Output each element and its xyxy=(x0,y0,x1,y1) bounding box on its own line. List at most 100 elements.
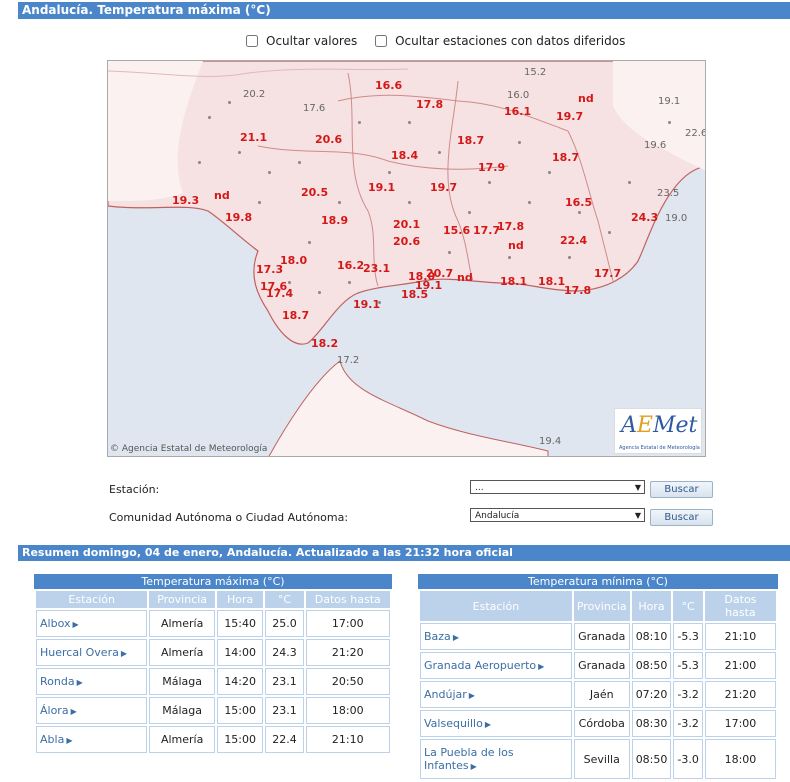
station-link[interactable]: La Puebla de los Infantes ▶ xyxy=(420,739,572,779)
station-value-label[interactable]: 15.6 xyxy=(443,224,470,237)
ca-search-button[interactable]: Buscar xyxy=(650,509,713,526)
station-name[interactable]: Huercal Overa xyxy=(40,646,119,659)
station-value-label[interactable]: 17.9 xyxy=(478,161,505,174)
ca-select[interactable]: Andalucía ▼ xyxy=(470,508,645,522)
station-value-label[interactable]: 17.8 xyxy=(497,220,524,233)
station-dot[interactable] xyxy=(448,251,451,254)
station-dot[interactable] xyxy=(268,171,271,174)
station-value-label[interactable]: 17.7 xyxy=(594,267,621,280)
station-value-label[interactable]: 18.9 xyxy=(321,214,348,227)
station-name[interactable]: Albox xyxy=(40,617,70,630)
station-value-label[interactable]: 19.0 xyxy=(665,213,687,224)
station-value-label[interactable]: 17.8 xyxy=(564,284,591,297)
station-dot[interactable] xyxy=(258,201,261,204)
station-dot[interactable] xyxy=(568,256,571,259)
station-value-label[interactable]: 17.2 xyxy=(337,355,359,366)
station-value-label[interactable]: 23.1 xyxy=(363,262,390,275)
station-name[interactable]: Valsequillo xyxy=(424,717,483,730)
station-value-label[interactable]: 16.1 xyxy=(504,105,531,118)
station-dot[interactable] xyxy=(488,181,491,184)
station-value-label[interactable]: 18.7 xyxy=(457,134,484,147)
station-dot[interactable] xyxy=(298,161,301,164)
station-link[interactable]: Huercal Overa ▶ xyxy=(36,639,148,666)
station-value-label[interactable]: 20.5 xyxy=(301,186,328,199)
station-dot[interactable] xyxy=(388,171,391,174)
station-name[interactable]: Granada Aeropuerto xyxy=(424,659,536,672)
station-dot[interactable] xyxy=(338,201,341,204)
station-value-label[interactable]: 20.1 xyxy=(393,218,420,231)
station-value-label[interactable]: 18.4 xyxy=(391,149,418,162)
station-name[interactable]: Andújar xyxy=(424,688,467,701)
hide-values-checkbox[interactable] xyxy=(246,35,258,47)
station-value-label[interactable]: 17.3 xyxy=(256,263,283,276)
station-value-label[interactable]: 19.7 xyxy=(556,110,583,123)
station-dot[interactable] xyxy=(208,116,211,119)
station-dot[interactable] xyxy=(378,301,381,304)
station-dot[interactable] xyxy=(608,231,611,234)
station-dot[interactable] xyxy=(578,211,581,214)
station-value-label[interactable]: 24.3 xyxy=(631,211,658,224)
station-link[interactable]: Ronda ▶ xyxy=(36,668,148,695)
station-dot[interactable] xyxy=(548,171,551,174)
station-value-label[interactable]: nd xyxy=(214,189,230,202)
station-value-label[interactable]: 18.1 xyxy=(538,275,565,288)
station-dot[interactable] xyxy=(288,281,291,284)
station-value-label[interactable]: 22.4 xyxy=(560,234,587,247)
station-value-label[interactable]: 17.8 xyxy=(416,98,443,111)
temperature-map[interactable]: © Agencia Estatal de Meteorología AEMet … xyxy=(107,60,706,457)
station-name[interactable]: Abla xyxy=(40,733,64,746)
station-dot[interactable] xyxy=(358,121,361,124)
station-value-label[interactable]: nd xyxy=(578,92,594,105)
station-value-label[interactable]: 18.7 xyxy=(552,151,579,164)
station-value-label[interactable]: 20.2 xyxy=(243,89,265,100)
station-value-label[interactable]: 19.7 xyxy=(430,181,457,194)
station-dot[interactable] xyxy=(348,281,351,284)
station-dot[interactable] xyxy=(468,211,471,214)
station-name[interactable]: Baza xyxy=(424,630,451,643)
station-dot[interactable] xyxy=(508,256,511,259)
station-value-label[interactable]: nd xyxy=(457,271,473,284)
station-dot[interactable] xyxy=(668,121,671,124)
hide-stations-checkbox[interactable] xyxy=(375,35,388,47)
station-value-label[interactable]: 19.1 xyxy=(658,96,680,107)
station-value-label[interactable]: 18.1 xyxy=(500,275,527,288)
station-dot[interactable] xyxy=(408,121,411,124)
station-search-button[interactable]: Buscar xyxy=(650,481,713,498)
station-name[interactable]: Ronda xyxy=(40,675,75,688)
station-dot[interactable] xyxy=(628,181,631,184)
station-link[interactable]: Abla ▶ xyxy=(36,726,148,753)
station-select[interactable]: ... ▼ xyxy=(470,480,645,494)
station-value-label[interactable]: 18.2 xyxy=(311,337,338,350)
station-value-label[interactable]: 18.7 xyxy=(282,309,309,322)
station-link[interactable]: Andújar ▶ xyxy=(420,681,572,708)
hide-stations-option[interactable]: Ocultar estaciones con datos diferidos xyxy=(375,34,625,48)
station-value-label[interactable]: 17.4 xyxy=(266,287,293,300)
station-value-label[interactable]: 19.8 xyxy=(225,211,252,224)
hide-values-option[interactable]: Ocultar valores xyxy=(246,34,357,48)
station-dot[interactable] xyxy=(438,151,441,154)
station-value-label[interactable]: 19.1 xyxy=(368,181,395,194)
station-dot[interactable] xyxy=(408,201,411,204)
station-value-label[interactable]: 19.4 xyxy=(539,436,561,447)
station-value-label[interactable]: 17.7 xyxy=(473,224,500,237)
station-dot[interactable] xyxy=(228,101,231,104)
station-link[interactable]: Álora ▶ xyxy=(36,697,148,724)
station-name[interactable]: La Puebla de los Infantes xyxy=(424,746,514,772)
station-link[interactable]: Albox ▶ xyxy=(36,610,148,637)
station-value-label[interactable]: nd xyxy=(508,239,524,252)
station-value-label[interactable]: 18.5 xyxy=(401,288,428,301)
station-value-label[interactable]: 19.3 xyxy=(172,194,199,207)
station-link[interactable]: Granada Aeropuerto ▶ xyxy=(420,652,572,679)
station-value-label[interactable]: 17.6 xyxy=(303,103,325,114)
station-value-label[interactable]: 15.2 xyxy=(524,67,546,78)
station-value-label[interactable]: 20.6 xyxy=(393,235,420,248)
station-dot[interactable] xyxy=(198,161,201,164)
station-value-label[interactable]: 22.6 xyxy=(685,128,705,139)
station-dot[interactable] xyxy=(238,151,241,154)
station-value-label[interactable]: 21.1 xyxy=(240,131,267,144)
station-dot[interactable] xyxy=(518,141,521,144)
station-value-label[interactable]: 16.5 xyxy=(565,196,592,209)
station-value-label[interactable]: 16.0 xyxy=(507,90,529,101)
station-dot[interactable] xyxy=(308,241,311,244)
station-value-label[interactable]: 18.0 xyxy=(280,254,307,267)
